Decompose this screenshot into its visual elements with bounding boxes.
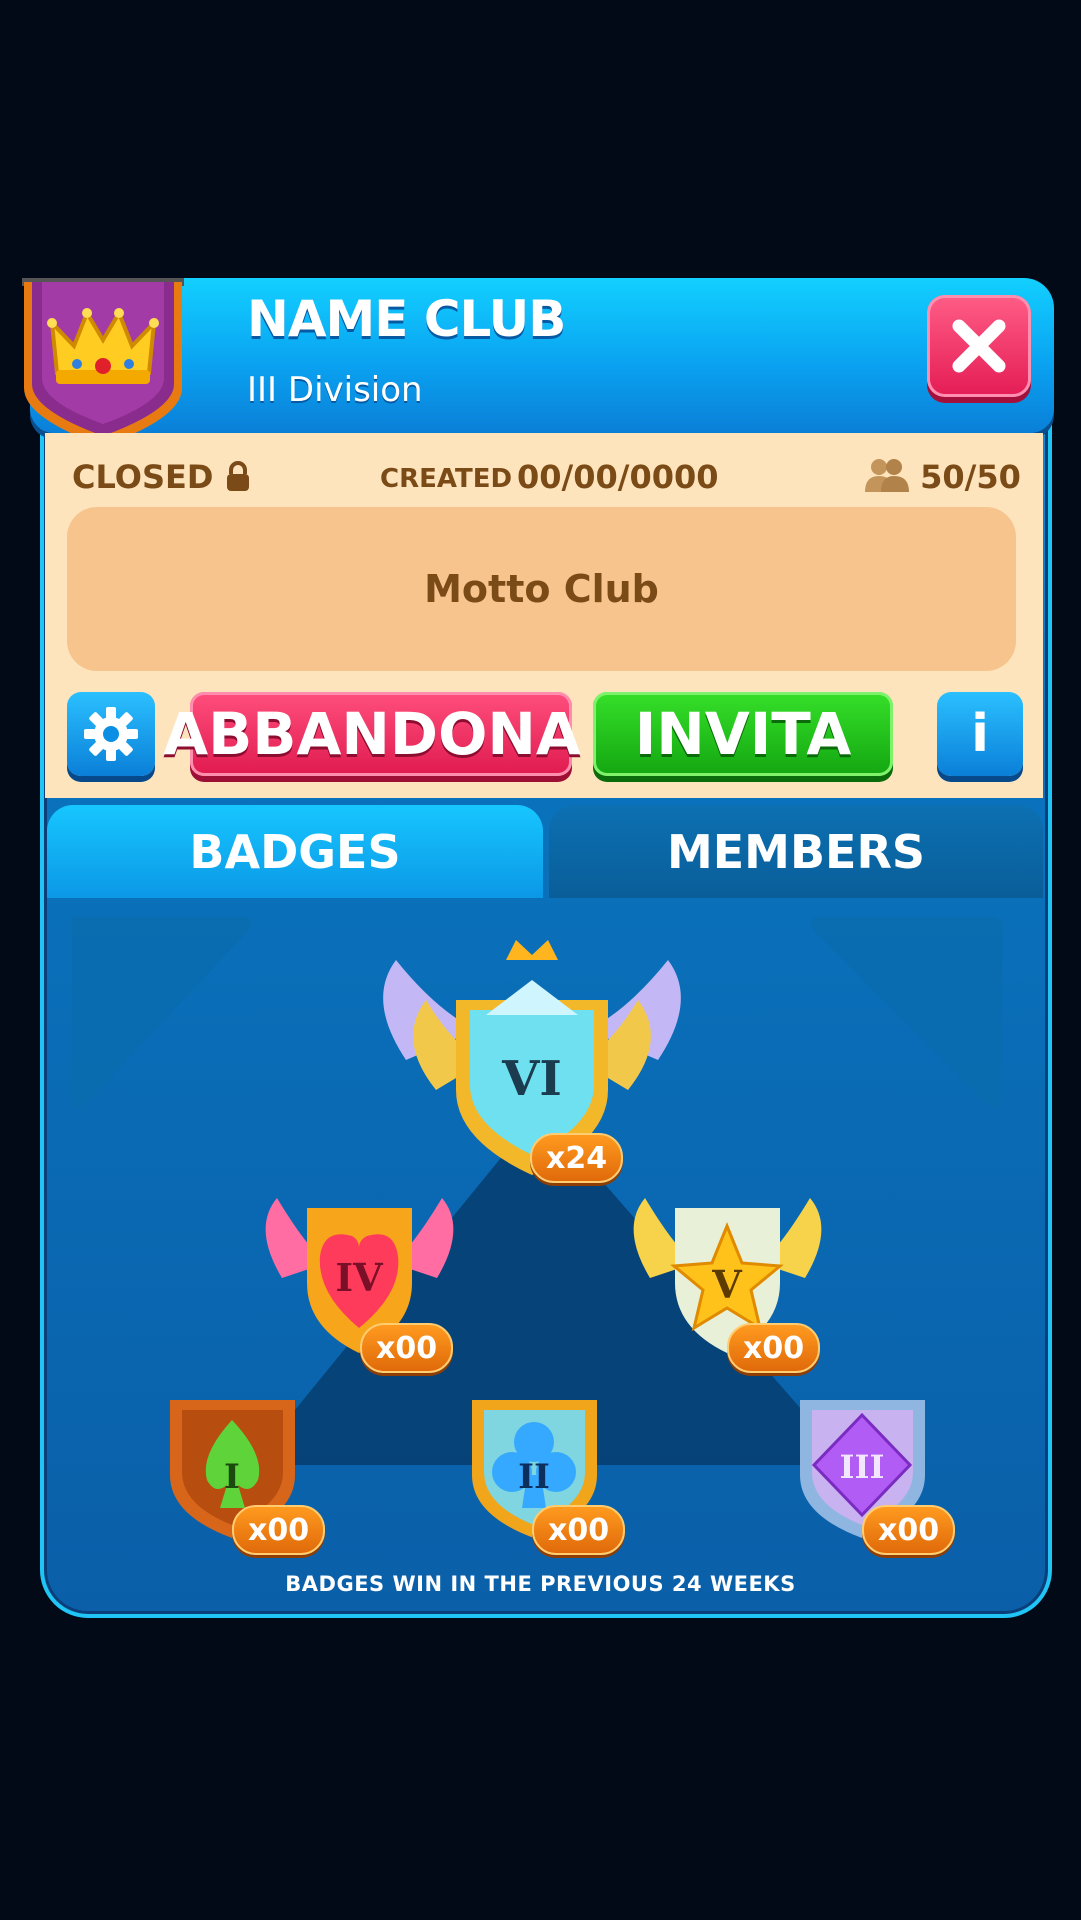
tab-members[interactable]: MEMBERS bbox=[549, 805, 1043, 898]
close-icon bbox=[952, 319, 1006, 373]
info-button[interactable]: i bbox=[937, 692, 1023, 776]
badge-vi-roman: VI bbox=[501, 1051, 562, 1107]
close-button[interactable] bbox=[927, 295, 1031, 397]
created-date: 00/00/0000 bbox=[517, 458, 719, 496]
settings-button[interactable] bbox=[67, 692, 155, 776]
badge-ii-roman: II bbox=[518, 1457, 550, 1497]
club-division: III Division bbox=[247, 370, 423, 410]
badge-vi-count: x24 bbox=[530, 1133, 624, 1183]
badges-footer-note: BADGES WIN IN THE PREVIOUS 24 WEEKS bbox=[285, 1572, 796, 1596]
club-motto: Motto Club bbox=[67, 507, 1016, 671]
invite-button[interactable]: INVITA bbox=[593, 692, 893, 776]
badge-v-count: x00 bbox=[727, 1323, 821, 1373]
lock-icon bbox=[226, 461, 249, 491]
badge-v-roman: V bbox=[711, 1262, 743, 1307]
badge-iv-count: x00 bbox=[360, 1323, 454, 1373]
badge-i-count: x00 bbox=[232, 1505, 326, 1555]
badge-iii-count: x00 bbox=[862, 1505, 956, 1555]
gear-icon bbox=[84, 707, 138, 761]
members-icon bbox=[865, 459, 909, 492]
badge-iii-roman: III bbox=[840, 1448, 885, 1486]
info-icon: i bbox=[971, 704, 989, 764]
leave-club-button[interactable]: ABBANDONA bbox=[163, 692, 581, 776]
crown-icon bbox=[22, 278, 184, 446]
status-closed: CLOSED bbox=[72, 458, 251, 496]
badge-ii-count: x00 bbox=[532, 1505, 626, 1555]
created-label: CREATED bbox=[380, 464, 513, 494]
tab-badges[interactable]: BADGES bbox=[47, 805, 543, 898]
badge-i-roman: I bbox=[224, 1457, 240, 1497]
members-count: 50/50 bbox=[865, 458, 1021, 496]
badge-iv-roman: IV bbox=[335, 1255, 384, 1300]
club-name: NAME CLUB bbox=[247, 290, 566, 348]
